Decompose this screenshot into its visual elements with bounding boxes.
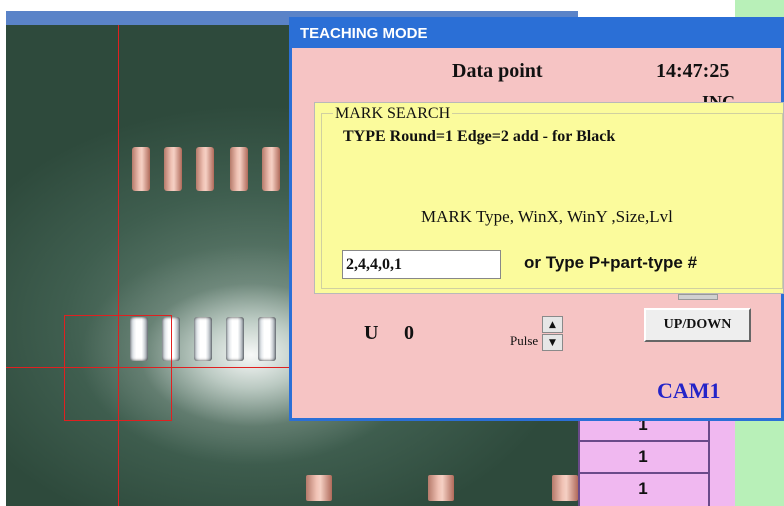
component-pad [230, 147, 248, 191]
component-pad [262, 147, 280, 191]
component-pad [164, 147, 182, 191]
table-cell: 1 [638, 447, 648, 466]
component-pad-small [552, 475, 578, 501]
component-pad-small [428, 475, 454, 501]
mark-search-group-label: MARK SEARCH [333, 105, 453, 123]
component-pad-lit [194, 317, 212, 361]
component-pad-lit [258, 317, 276, 361]
u-axis-value: 0 [404, 322, 414, 344]
crosshair-vertical [118, 25, 119, 506]
data-point-label: Data point [452, 60, 543, 82]
teaching-mode-window: TEACHING MODE Data point 14:47:25 INC MA… [289, 17, 784, 421]
spin-down-icon[interactable]: ▼ [542, 334, 563, 351]
type-help-text: TYPE Round=1 Edge=2 add - for Black [343, 128, 616, 145]
table-cell: 1 [638, 479, 648, 498]
mark-search-panel: MARK SEARCH TYPE Round=1 Edge=2 add - fo… [314, 102, 784, 294]
component-pad-small [306, 475, 332, 501]
mark-parameters-input[interactable] [342, 250, 501, 279]
pulse-spinner[interactable]: ▲ ▼ [542, 316, 563, 352]
spin-up-icon[interactable]: ▲ [542, 316, 563, 333]
hidden-button-edge [678, 294, 718, 300]
part-type-hint: or Type P+part-type # [524, 253, 698, 272]
component-pad [196, 147, 214, 191]
mark-columns-label: MARK Type, WinX, WinY ,Size,Lvl [421, 207, 673, 226]
table-row[interactable]: 1 [578, 440, 708, 472]
table-row[interactable]: 1 [578, 472, 708, 504]
u-axis-label: U [364, 322, 379, 344]
camera-label: CAM1 [657, 378, 721, 403]
window-title[interactable]: TEACHING MODE [292, 20, 781, 48]
search-window-box[interactable] [64, 315, 172, 421]
pulse-label: Pulse [510, 333, 539, 348]
component-pad-lit [226, 317, 244, 361]
component-pad [132, 147, 150, 191]
clock-time: 14:47:25 [656, 60, 730, 82]
up-down-button[interactable]: UP/DOWN [644, 308, 751, 342]
